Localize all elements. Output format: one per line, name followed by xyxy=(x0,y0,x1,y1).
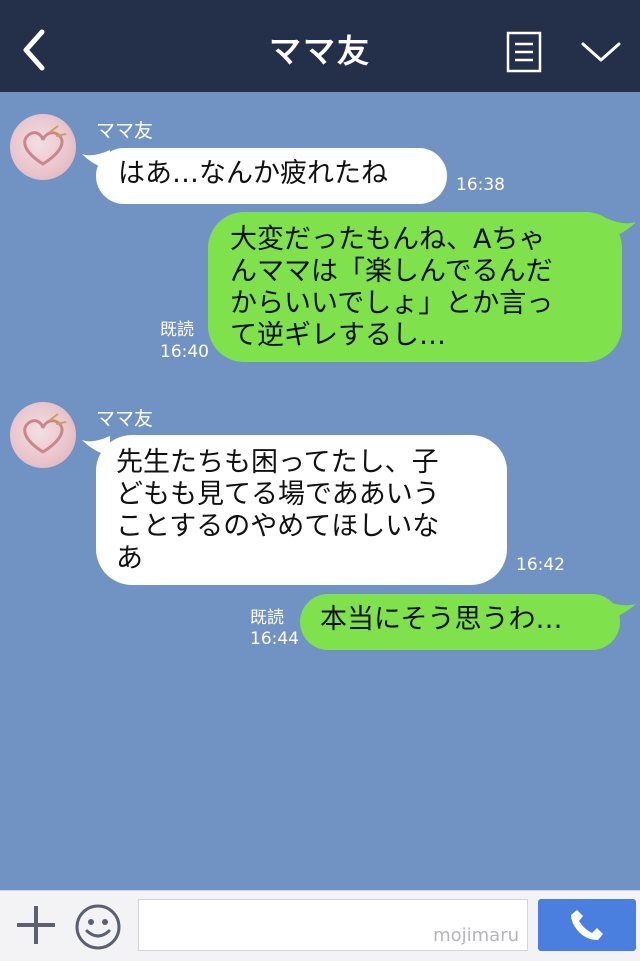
sender-name: ママ友 xyxy=(96,408,154,430)
message-line: からいいでしょ」とか言っ xyxy=(230,288,554,319)
sender-name: ママ友 xyxy=(96,120,154,142)
timestamp: 16:42 xyxy=(516,555,565,575)
message-bubble[interactable]: 大変だったもんね、Aちゃ んママは「楽しんでるんだ からいいでしょ」とか言っ て… xyxy=(208,212,622,362)
message-bubble[interactable]: 先生たちも困ってたし、子 どもも見てる場でああいう ことするのやめてほしいな あ xyxy=(96,435,507,585)
phone-icon xyxy=(571,910,603,940)
call-button[interactable] xyxy=(538,899,636,951)
message-line: んママは「楽しんでるんだ xyxy=(230,256,553,287)
bubble-tail xyxy=(604,600,636,622)
read-receipt: 既読 xyxy=(250,608,284,628)
message-text: 本当にそう思うわ… xyxy=(320,604,563,635)
message-line: どもも見てる場でああいう xyxy=(116,479,440,510)
timestamp: 16:44 xyxy=(250,629,299,649)
memo-icon[interactable] xyxy=(506,31,542,73)
timestamp: 16:40 xyxy=(160,342,209,362)
avatar[interactable] xyxy=(10,402,76,468)
input-bar: mojimaru xyxy=(0,890,640,961)
smile-icon[interactable] xyxy=(74,903,122,951)
timestamp: 16:38 xyxy=(456,175,505,195)
message-line: て逆ギレするし… xyxy=(230,320,446,351)
message-bubble[interactable]: はあ…なんか疲れたね xyxy=(96,148,447,204)
message-text: はあ…なんか疲れたね xyxy=(118,158,388,189)
read-receipt: 既読 xyxy=(160,320,194,340)
heart-avatar-icon xyxy=(23,125,67,166)
watermark-text: mojimaru xyxy=(433,925,519,946)
message-line: 大変だったもんね、Aちゃ xyxy=(230,224,546,255)
message-line: 先生たちも困ってたし、子 xyxy=(116,447,439,478)
message-line: あ xyxy=(116,543,143,574)
chat-title: ママ友 xyxy=(268,32,371,70)
message-input[interactable]: mojimaru xyxy=(138,899,528,951)
chat-header: ママ友 xyxy=(0,0,640,92)
message-line: ことするのやめてほしいな xyxy=(116,511,440,542)
bubble-tail xyxy=(606,218,636,240)
plus-icon[interactable] xyxy=(14,903,58,947)
avatar[interactable] xyxy=(10,114,76,180)
heart-avatar-icon xyxy=(23,413,67,454)
chevron-down-icon[interactable] xyxy=(580,38,622,66)
message-bubble[interactable]: 本当にそう思うわ… xyxy=(300,594,620,650)
